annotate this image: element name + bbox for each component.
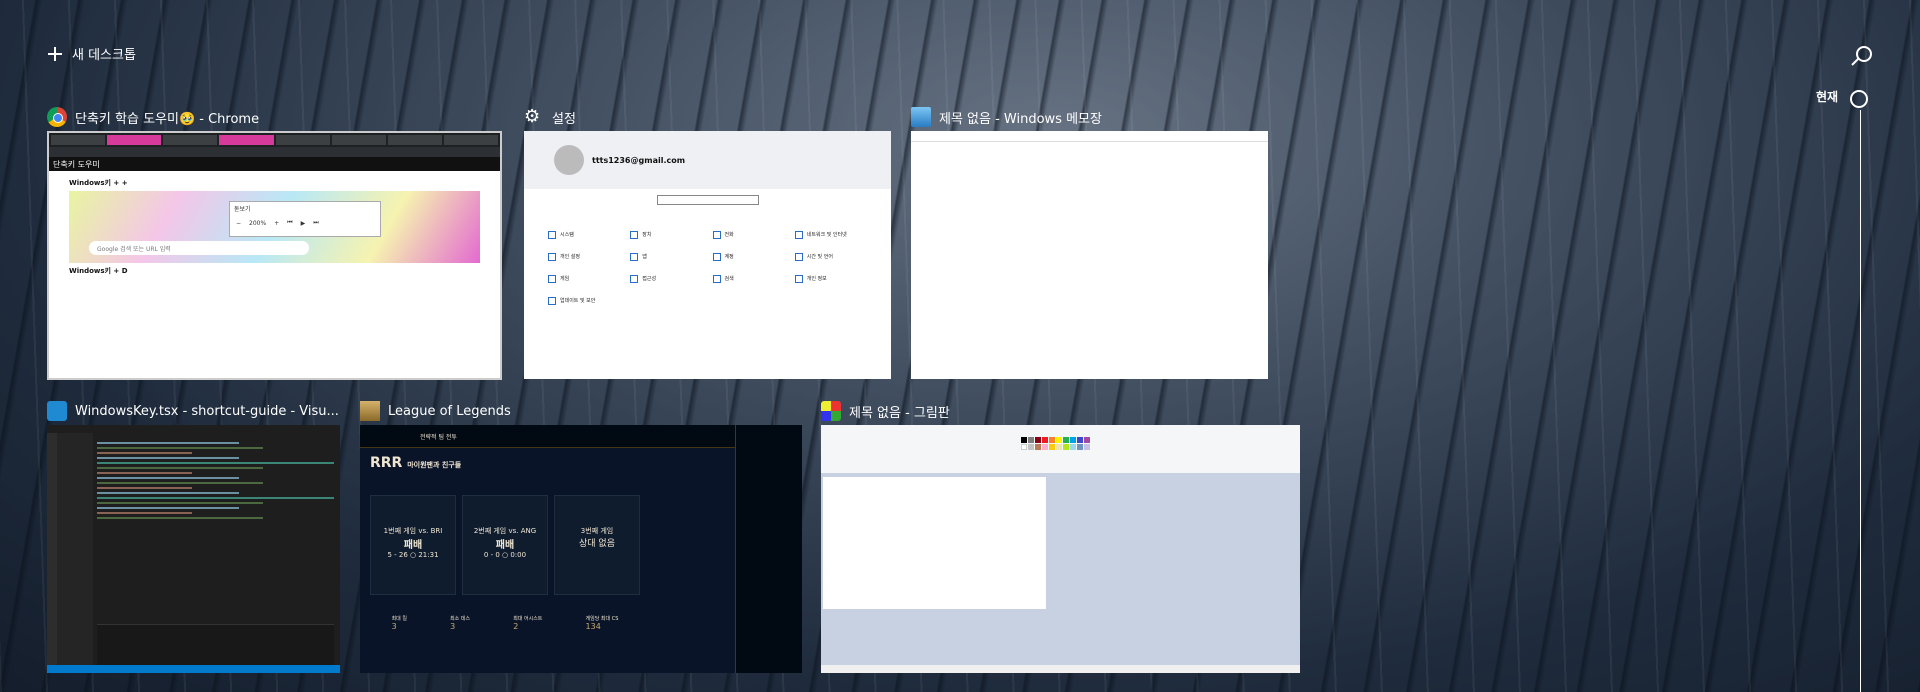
plus-icon xyxy=(48,46,62,61)
clash-banner: RRR 마이원팬과 친구들 xyxy=(370,455,462,471)
status-bar xyxy=(821,665,1300,673)
drawing-canvas[interactable] xyxy=(823,477,1046,609)
window-title: League of Legends xyxy=(388,403,511,419)
window-thumbnail[interactable]: 단축키 도우미 Windows키 + + 돋보기 −200% + ⏮ ▶ ⏭ Googl… xyxy=(47,131,502,380)
status-bar xyxy=(47,665,340,673)
google-banner: 돋보기 −200% + ⏮ ▶ ⏭ Google 검색 또는 URL 입력 xyxy=(69,191,480,263)
window-title-bar: League of Legends xyxy=(360,401,511,421)
timeline-scrollbar[interactable] xyxy=(1860,110,1861,692)
window-notepad[interactable]: 제목 없음 - Windows 메모장 xyxy=(911,107,1268,379)
match-columns: 1번째 게임 vs. BRI 패배 5 - 26 ○ 21:31 2번째 게임 … xyxy=(370,495,640,595)
match-stats: 최대 킬3 최소 데스 3 최대 어시스트 2 게임당 최대 CS 134 xyxy=(391,616,619,631)
window-title-bar: 제목 없음 - Windows 메모장 xyxy=(911,107,1102,127)
vscode-icon xyxy=(47,401,67,421)
window-title-bar: ⚙ 설정 xyxy=(524,107,576,127)
avatar xyxy=(554,145,584,175)
activity-bar xyxy=(47,433,57,665)
paint-icon xyxy=(821,401,841,421)
notepad-icon xyxy=(911,107,931,127)
code-editor xyxy=(97,439,334,623)
window-title: WindowsKey.tsx - shortcut-guide - Visu..… xyxy=(75,403,339,419)
window-title: 설정 xyxy=(552,111,576,127)
browser-tabs xyxy=(49,133,500,147)
google-search-box: Google 검색 또는 URL 입력 xyxy=(89,241,309,255)
window-thumbnail[interactable]: 전략적 팀 전투 RRR 마이원팬과 친구들 1번째 게임 vs. BRI 패배… xyxy=(360,425,802,673)
window-thumbnail[interactable] xyxy=(821,425,1300,673)
friends-sidebar xyxy=(735,425,802,673)
window-thumbnail[interactable] xyxy=(47,425,340,673)
window-chrome[interactable]: 단축키 학습 도우미🥹 - Chrome 단축키 도우미 Windows키 + … xyxy=(47,107,502,380)
explorer-panel xyxy=(57,433,93,665)
window-league[interactable]: League of Legends 전략적 팀 전투 RRR 마이원팬과 친구들… xyxy=(360,401,802,673)
window-title: 제목 없음 - Windows 메모장 xyxy=(939,111,1102,127)
window-title-bar: 단축키 학습 도우미🥹 - Chrome xyxy=(47,107,259,127)
timeline-marker[interactable] xyxy=(1850,90,1868,108)
window-title: 제목 없음 - 그림판 xyxy=(849,405,950,421)
window-title-bar: 제목 없음 - 그림판 xyxy=(821,401,950,421)
section-heading: Windows키 + D xyxy=(69,267,128,275)
timeline-now-label: 현재 xyxy=(1816,90,1839,104)
settings-search xyxy=(656,195,759,205)
color-palette xyxy=(1021,437,1090,450)
menu-bar xyxy=(911,131,1268,142)
window-title-bar: WindowsKey.tsx - shortcut-guide - Visu..… xyxy=(47,401,339,421)
terminal-panel xyxy=(97,624,334,665)
window-thumbnail[interactable]: ttts1236@gmail.com 시스템 장치 전화 네트워크 및 인터넷 … xyxy=(524,131,891,379)
section-heading: Windows키 + + xyxy=(69,179,128,187)
new-desktop-label: 새 데스크톱 xyxy=(72,48,136,63)
canvas-area xyxy=(821,473,1300,665)
window-paint[interactable]: 제목 없음 - 그림판 xyxy=(821,401,1300,673)
search-icon[interactable] xyxy=(1850,46,1872,68)
gear-icon: ⚙ xyxy=(524,106,541,127)
settings-grid: 시스템 장치 전화 네트워크 및 인터넷 개인 설정 앱 계정 시간 및 언어 … xyxy=(524,205,891,331)
account-header: ttts1236@gmail.com xyxy=(524,131,891,189)
window-vscode[interactable]: WindowsKey.tsx - shortcut-guide - Visu..… xyxy=(47,401,340,673)
window-thumbnail[interactable] xyxy=(911,131,1268,379)
league-icon xyxy=(360,401,380,421)
window-settings[interactable]: ⚙ 설정 ttts1236@gmail.com 시스템 장치 전화 네트워크 및… xyxy=(524,107,891,379)
address-bar xyxy=(49,147,500,157)
new-desktop-button[interactable]: 새 데스크톱 xyxy=(48,44,136,63)
window-title: 단축키 학습 도우미🥹 - Chrome xyxy=(75,111,260,127)
ribbon-toolbar xyxy=(821,425,1300,474)
magnifier-window: 돋보기 −200% + ⏮ ▶ ⏭ xyxy=(229,201,381,237)
chrome-icon xyxy=(47,107,67,127)
page-header: 단축키 도우미 xyxy=(49,157,500,171)
